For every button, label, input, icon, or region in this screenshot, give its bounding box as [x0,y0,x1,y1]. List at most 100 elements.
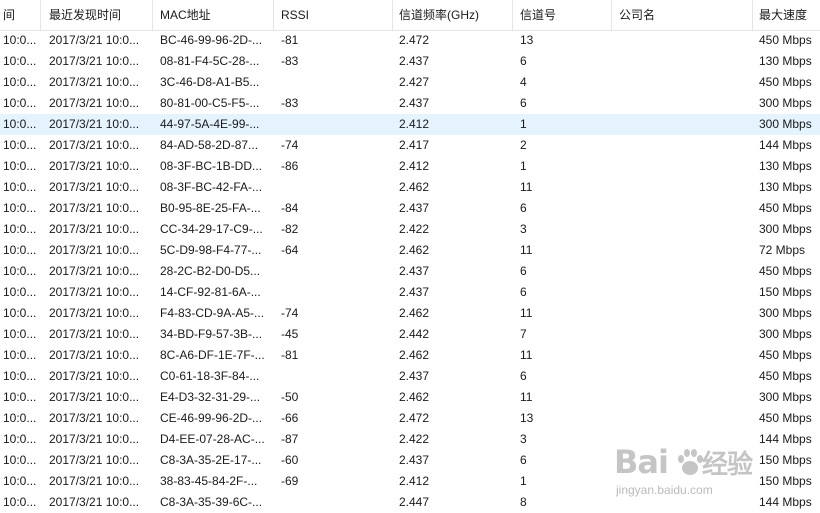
company-cell [615,135,753,156]
frequency-cell: 2.462 [399,306,430,320]
time-cell: 10:0... [3,264,37,278]
channel-cell: 2 [520,138,527,152]
max-speed-cell: 144 Mbps [759,495,812,509]
table-row[interactable]: 10:0... 2017/3/21 10:0... CE-46-99-96-2D-.… [0,408,820,429]
table-row[interactable]: 10:0... 2017/3/21 10:0... 8C-A6-DF-1E-7F-.… [0,345,820,366]
max-speed-cell: 450 Mbps [759,411,812,425]
last-seen-cell: 2017/3/21 10:0... [49,201,140,215]
column-header-company[interactable]: 公司名 [615,0,753,30]
last-seen-cell: 2017/3/21 10:0... [49,453,140,467]
time-cell: 10:0... [3,495,37,509]
max-speed-cell: 300 Mbps [759,96,812,110]
frequency-cell: 2.422 [399,432,430,446]
table-row[interactable]: 10:0... 2017/3/21 10:0... 08-81-F4-5C-28-.… [0,51,820,72]
last-seen-cell: 2017/3/21 10:0... [49,285,140,299]
table-row[interactable]: 10:0... 2017/3/21 10:0... 3C-46-D8-A1-B5..… [0,72,820,93]
rssi-cell: -66 [281,411,299,425]
column-header-last-seen[interactable]: 最近发现时间 [45,0,153,30]
company-cell [615,471,753,492]
max-speed-cell: 450 Mbps [759,369,812,383]
table-row[interactable]: 10:0... 2017/3/21 10:0... 34-BD-F9-57-3B-.… [0,324,820,345]
table-row[interactable]: 10:0... 2017/3/21 10:0... 08-3F-BC-42-FA-.… [0,177,820,198]
table-row[interactable]: 10:0... 2017/3/21 10:0... CC-34-29-17-C9-.… [0,219,820,240]
channel-cell: 6 [520,264,527,278]
last-seen-cell: 2017/3/21 10:0... [49,327,140,341]
column-header-channel[interactable]: 信道号 [516,0,612,30]
max-speed-cell: 300 Mbps [759,327,812,341]
max-speed-cell: 450 Mbps [759,33,812,47]
rssi-cell: -74 [281,138,299,152]
rssi-cell [277,282,393,303]
mac-cell: CC-34-29-17-C9-... [160,222,263,236]
channel-cell: 6 [520,201,527,215]
table-row[interactable]: 10:0... 2017/3/21 10:0... 08-3F-BC-1B-DD..… [0,156,820,177]
table-row[interactable]: 10:0... 2017/3/21 10:0... 5C-D9-98-F4-77-.… [0,240,820,261]
frequency-cell: 2.462 [399,390,430,404]
company-cell [615,303,753,324]
table-row[interactable]: 10:0... 2017/3/21 10:0... BC-46-99-96-2D-.… [0,30,820,51]
channel-cell: 1 [520,117,527,131]
rssi-cell [277,492,393,513]
table-row[interactable]: 10:0... 2017/3/21 10:0... C8-3A-35-2E-17-.… [0,450,820,471]
table-row[interactable]: 10:0... 2017/3/21 10:0... C0-61-18-3F-84-.… [0,366,820,387]
max-speed-cell: 450 Mbps [759,75,812,89]
max-speed-cell: 300 Mbps [759,117,812,131]
column-header-max-speed[interactable]: 最大速度 [755,0,820,30]
time-cell: 10:0... [3,96,37,110]
last-seen-cell: 2017/3/21 10:0... [49,390,140,404]
max-speed-cell: 130 Mbps [759,159,812,173]
last-seen-cell: 2017/3/21 10:0... [49,369,140,383]
company-cell [615,177,753,198]
channel-cell: 7 [520,327,527,341]
frequency-cell: 2.437 [399,453,430,467]
mac-cell: BC-46-99-96-2D-... [160,33,263,47]
company-cell [615,387,753,408]
table-row[interactable]: 10:0... 2017/3/21 10:0... D4-EE-07-28-AC-.… [0,429,820,450]
time-cell: 10:0... [3,117,37,131]
table-row[interactable]: 10:0... 2017/3/21 10:0... 44-97-5A-4E-99-.… [0,114,820,135]
mac-cell: 80-81-00-C5-F5-... [160,96,260,110]
channel-cell: 11 [520,180,533,194]
column-header-rssi[interactable]: RSSI [277,0,393,30]
frequency-cell: 2.472 [399,33,430,47]
time-cell: 10:0... [3,201,37,215]
last-seen-cell: 2017/3/21 10:0... [49,495,140,509]
time-cell: 10:0... [3,75,37,89]
max-speed-cell: 450 Mbps [759,348,812,362]
table-row[interactable]: 10:0... 2017/3/21 10:0... 80-81-00-C5-F5-.… [0,93,820,114]
max-speed-cell: 450 Mbps [759,201,812,215]
channel-cell: 6 [520,96,527,110]
table-row[interactable]: 10:0... 2017/3/21 10:0... 28-2C-B2-D0-D5..… [0,261,820,282]
time-cell: 10:0... [3,285,37,299]
company-cell [615,324,753,345]
frequency-cell: 2.462 [399,180,430,194]
channel-cell: 6 [520,285,527,299]
rssi-cell: -74 [281,306,299,320]
column-header-mac[interactable]: MAC地址 [156,0,274,30]
mac-cell: B0-95-8E-25-FA-... [160,201,261,215]
channel-cell: 11 [520,306,533,320]
rssi-cell: -82 [281,222,299,236]
column-header-time[interactable]: 间 [0,0,41,30]
max-speed-cell: 130 Mbps [759,54,812,68]
max-speed-cell: 450 Mbps [759,264,812,278]
frequency-cell: 2.417 [399,138,430,152]
last-seen-cell: 2017/3/21 10:0... [49,159,140,173]
table-row[interactable]: 10:0... 2017/3/21 10:0... F4-83-CD-9A-A5-.… [0,303,820,324]
mac-cell: C8-3A-35-2E-17-... [160,453,262,467]
table-row[interactable]: 10:0... 2017/3/21 10:0... E4-D3-32-31-29-.… [0,387,820,408]
rssi-cell: -64 [281,243,299,257]
max-speed-cell: 144 Mbps [759,432,812,446]
max-speed-cell: 300 Mbps [759,306,812,320]
mac-cell: 34-BD-F9-57-3B-... [160,327,263,341]
table-row[interactable]: 10:0... 2017/3/21 10:0... B0-95-8E-25-FA-.… [0,198,820,219]
table-row[interactable]: 10:0... 2017/3/21 10:0... 38-83-45-84-2F-.… [0,471,820,492]
frequency-cell: 2.462 [399,348,430,362]
column-header-frequency[interactable]: 信道频率(GHz) [395,0,513,30]
company-cell [615,492,753,513]
table-body: 10:0... 2017/3/21 10:0... BC-46-99-96-2D-.… [0,30,820,513]
table-row[interactable]: 10:0... 2017/3/21 10:0... C8-3A-35-39-6C-.… [0,492,820,513]
table-row[interactable]: 10:0... 2017/3/21 10:0... 84-AD-58-2D-87..… [0,135,820,156]
table-row[interactable]: 10:0... 2017/3/21 10:0... 14-CF-92-81-6A-.… [0,282,820,303]
time-cell: 10:0... [3,222,37,236]
